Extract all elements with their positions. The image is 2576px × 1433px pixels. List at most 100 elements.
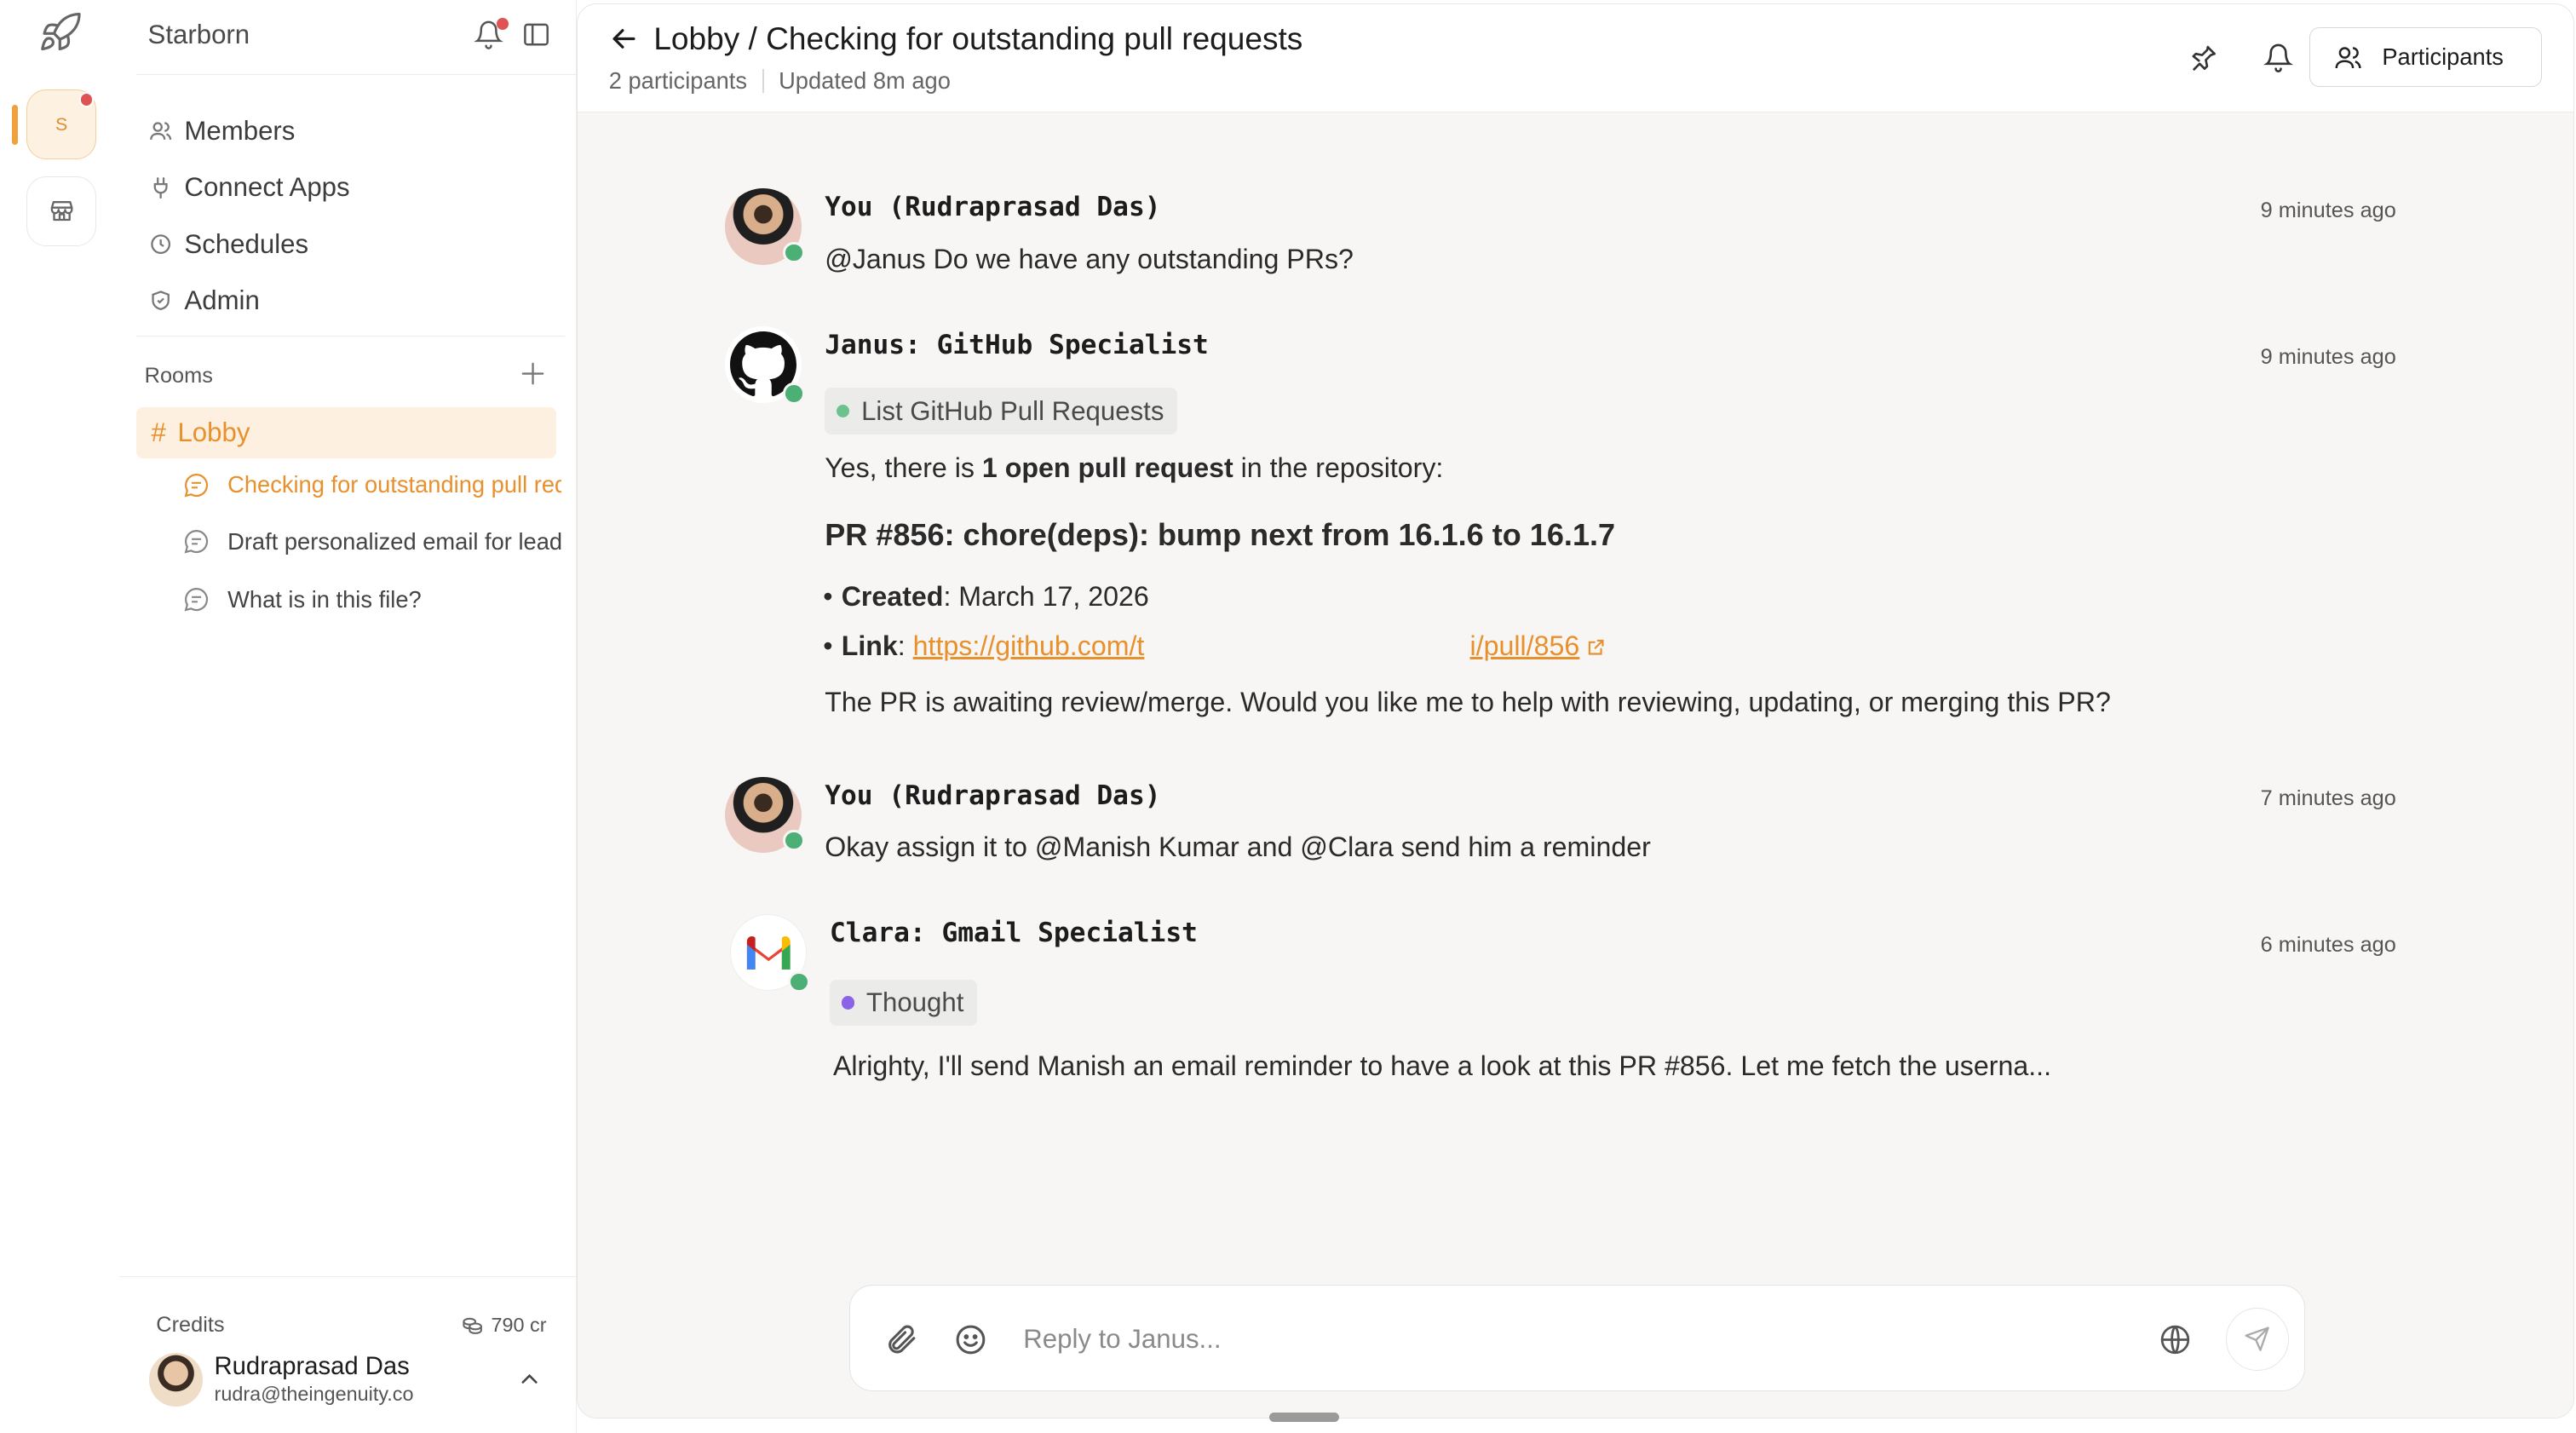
paperclip-icon[interactable] bbox=[883, 1322, 918, 1357]
sidebar-header: Starborn bbox=[135, 0, 582, 75]
workspace-initial: S bbox=[55, 113, 68, 135]
coins-icon bbox=[463, 1318, 483, 1335]
list-item: Created: March 17, 2026 bbox=[823, 581, 1149, 613]
divider bbox=[762, 69, 764, 93]
sidebar-nav: Members Connect Apps Schedules Admin bbox=[149, 103, 350, 329]
message-text: Alrighty, I'll send Manish an email remi… bbox=[832, 1050, 2052, 1082]
sidebar-item-admin[interactable]: Admin bbox=[149, 273, 349, 329]
workspace-alert-dot bbox=[78, 92, 95, 107]
room-label: Lobby bbox=[177, 417, 250, 447]
thought-chip[interactable]: Thought bbox=[830, 979, 977, 1027]
sidebar-item-label: Admin bbox=[184, 285, 260, 315]
participants-label: Participants bbox=[2382, 43, 2504, 71]
message-text: @Janus Do we have any outstanding PRs? bbox=[825, 243, 1354, 274]
chat-bubble-icon bbox=[185, 530, 209, 554]
resize-handle[interactable] bbox=[1268, 1412, 1339, 1423]
plug-icon bbox=[154, 176, 169, 199]
message-text: Yes, there is 1 open pull request in the… bbox=[825, 452, 1444, 484]
rocket-logo-icon[interactable] bbox=[37, 10, 83, 57]
message: You (Rudraprasad Das) 9 minutes ago @Jan… bbox=[725, 188, 2396, 274]
thread-item[interactable]: Draft personalized email for lead bbox=[182, 516, 561, 567]
notification-dot bbox=[497, 18, 509, 31]
pin-icon[interactable] bbox=[2188, 43, 2218, 72]
avatar[interactable] bbox=[149, 1353, 203, 1407]
thread-label: Checking for outstanding pull requests bbox=[227, 471, 561, 498]
users-icon bbox=[150, 122, 172, 141]
clock-icon bbox=[151, 234, 171, 255]
hash-icon: # bbox=[151, 417, 166, 447]
thought-label: Thought bbox=[865, 987, 964, 1017]
sidebar-item-schedules[interactable]: Schedules bbox=[149, 216, 349, 272]
arrow-left-icon[interactable] bbox=[607, 22, 641, 55]
sidebar-footer: Credits 790 cr Rudraprasad Das rudra@the… bbox=[119, 1275, 577, 1433]
updated-timestamp: Updated 8m ago bbox=[779, 66, 951, 94]
thread-item[interactable]: What is in this file? bbox=[182, 575, 561, 625]
sidebar-item-label: Members bbox=[184, 116, 296, 147]
send-icon bbox=[2245, 1327, 2270, 1351]
shield-icon bbox=[152, 291, 170, 311]
message-sender: You (Rudraprasad Das) bbox=[825, 192, 1161, 223]
store-button[interactable] bbox=[26, 176, 97, 246]
sidebar: Starborn Members Connect Apps Schedules bbox=[119, 0, 582, 1433]
participants-button[interactable]: Participants bbox=[2309, 27, 2543, 88]
gmail-logo-icon bbox=[746, 935, 791, 970]
sidebar-item-members[interactable]: Members bbox=[149, 103, 349, 159]
message-sender: You (Rudraprasad Das) bbox=[825, 780, 1161, 811]
thread-label: What is in this file? bbox=[227, 585, 422, 613]
rail-active-indicator bbox=[11, 104, 19, 145]
participants-count: 2 participants bbox=[608, 66, 748, 94]
credits-label: Credits bbox=[156, 1313, 225, 1338]
message-timestamp: 7 minutes ago bbox=[2260, 786, 2396, 811]
message-timestamp: 6 minutes ago bbox=[2260, 932, 2396, 957]
tool-call-label: List GitHub Pull Requests bbox=[861, 395, 1164, 426]
emoji-icon[interactable] bbox=[953, 1322, 988, 1357]
list-item: Link: https://github.com/ti/pull/856 bbox=[823, 630, 1607, 662]
online-status-dot bbox=[783, 241, 805, 264]
credits-balance: 790 cr bbox=[461, 1313, 547, 1336]
chat-meta: 2 participants Updated 8m ago bbox=[609, 67, 951, 95]
message-input[interactable] bbox=[1023, 1319, 2120, 1360]
chat-header: Lobby / Checking for outstanding pull re… bbox=[577, 3, 2574, 112]
toggle-sidebar-button[interactable] bbox=[521, 20, 555, 53]
chat-bubble-icon bbox=[185, 473, 209, 498]
online-status-dot bbox=[783, 830, 805, 852]
sidebar-item-label: Connect Apps bbox=[184, 172, 350, 203]
workspace-switch-button[interactable]: S bbox=[26, 89, 97, 160]
sidebar-toggle-icon bbox=[524, 23, 549, 46]
online-status-dot bbox=[783, 383, 805, 405]
message-sender: Clara: Gmail Specialist bbox=[830, 918, 1198, 949]
pr-heading: PR #856: chore(deps): bump next from 16.… bbox=[825, 517, 1616, 553]
online-status-dot bbox=[788, 970, 810, 993]
store-icon bbox=[50, 201, 72, 222]
send-button[interactable] bbox=[2226, 1307, 2290, 1371]
message-composer bbox=[849, 1285, 2305, 1392]
message: Clara: Gmail Specialist 6 minutes ago Th… bbox=[725, 914, 2396, 1097]
thread-item[interactable]: Checking for outstanding pull requests bbox=[182, 460, 561, 510]
thread-label: Draft personalized email for lead bbox=[227, 527, 562, 555]
workspace-name: Starborn bbox=[147, 20, 250, 50]
message: You (Rudraprasad Das) 7 minutes ago Okay… bbox=[725, 776, 2396, 863]
message-timestamp: 9 minutes ago bbox=[2260, 199, 2396, 223]
notifications-button[interactable] bbox=[474, 18, 509, 53]
app-rail: S bbox=[0, 0, 120, 1433]
bell-icon[interactable] bbox=[2263, 43, 2293, 72]
sidebar-item-label: Schedules bbox=[184, 228, 309, 259]
message-text: The PR is awaiting review/merge. Would y… bbox=[825, 687, 2111, 718]
chevron-up-icon[interactable] bbox=[516, 1366, 543, 1392]
page-title: Lobby / Checking for outstanding pull re… bbox=[653, 20, 1303, 57]
users-icon bbox=[2335, 46, 2361, 68]
tool-call-chip[interactable]: List GitHub Pull Requests bbox=[825, 388, 1178, 435]
add-room-icon[interactable] bbox=[518, 359, 548, 388]
message-text: Okay assign it to @Manish Kumar and @Cla… bbox=[825, 831, 1651, 862]
chat-bubble-icon bbox=[185, 588, 209, 612]
external-link-icon bbox=[1588, 639, 1604, 655]
user-name: Rudraprasad Das bbox=[214, 1353, 410, 1381]
globe-icon[interactable] bbox=[2158, 1322, 2193, 1357]
rooms-section-label: Rooms bbox=[144, 364, 213, 388]
message: Janus: GitHub Specialist 9 minutes ago L… bbox=[725, 326, 2396, 725]
message-timestamp: 9 minutes ago bbox=[2260, 344, 2396, 369]
room-lobby[interactable]: # Lobby bbox=[135, 406, 557, 459]
pr-link[interactable]: https://github.com/t i/pull/856 bbox=[913, 630, 1580, 661]
sidebar-item-connect-apps[interactable]: Connect Apps bbox=[149, 159, 350, 216]
message-sender: Janus: GitHub Specialist bbox=[825, 330, 1209, 361]
